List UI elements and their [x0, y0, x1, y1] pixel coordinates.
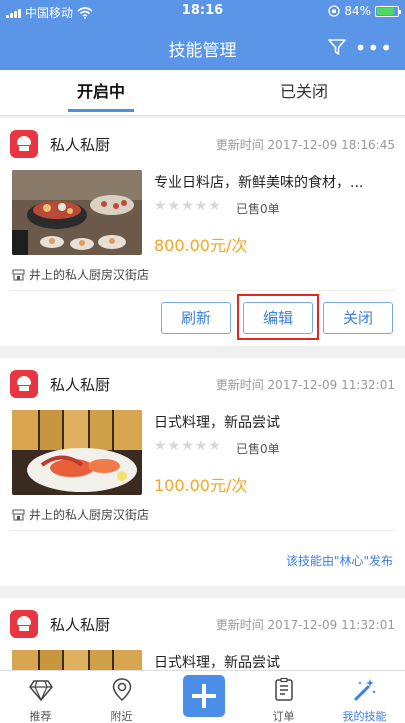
product-title[interactable]: 专业日料店，新鲜美味的食材，... [154, 172, 392, 192]
location-pin-icon [112, 678, 132, 702]
add-skill-button[interactable] [183, 675, 225, 717]
battery-icon [375, 5, 401, 17]
rating-stars: ★★★★★ [154, 438, 222, 454]
tabbar-label: 订单 [272, 710, 295, 723]
navbar: 技能管理 ••• [0, 30, 405, 64]
product-image[interactable] [12, 410, 142, 495]
skill-card: 私人私厨 更新时间 2017-12-09 11:32:01 日式料理，新品尝试 … [0, 358, 405, 586]
tab-open[interactable]: 开启中 [0, 70, 202, 116]
price: 800.00元/次 [154, 236, 248, 255]
header: 中国移动 18:16 84% 技能管理 ••• [0, 0, 405, 70]
shop-name: 私人私厨 [50, 136, 111, 154]
shop-address: 井上的私人厨房汉街店 [12, 266, 149, 283]
product-title[interactable]: 日式料理，新品尝试 [154, 412, 392, 432]
close-button[interactable]: 关闭 [323, 302, 393, 334]
edit-highlight-box [237, 294, 319, 340]
product-image[interactable] [12, 170, 142, 255]
order-list-icon [275, 677, 293, 701]
price: 100.00元/次 [154, 476, 248, 495]
sold-count: 已售0单 [236, 202, 280, 216]
skill-card: 私人私厨 更新时间 2017-12-09 18:16:45 专业日料店，新鲜美味… [0, 118, 405, 346]
shop-logo-icon [10, 130, 38, 158]
rating-stars: ★★★★★ [154, 198, 222, 214]
battery-level [377, 7, 394, 15]
product-image[interactable] [12, 650, 142, 670]
sold-count: 已售0单 [236, 442, 280, 456]
tabbar-label: 我的技能 [342, 710, 387, 723]
tabbar-item-my-skills[interactable]: 我的技能 [324, 671, 405, 723]
store-icon [12, 509, 25, 520]
tabbar-item-recommend[interactable]: 推荐 [0, 671, 81, 723]
status-bar: 中国移动 18:16 84% [0, 0, 405, 24]
tabbar-label: 推荐 [29, 710, 52, 723]
shop-logo-icon [10, 610, 38, 638]
battery-percent: 84% [344, 4, 371, 18]
shop-logo-icon [10, 370, 38, 398]
update-time: 更新时间 2017-12-09 11:32:01 [215, 378, 395, 392]
publisher-note: 该技能由"林心"发布 [285, 554, 393, 568]
refresh-button[interactable]: 刷新 [161, 302, 231, 334]
update-time: 更新时间 2017-12-09 11:32:01 [215, 618, 395, 632]
more-options-icon[interactable]: ••• [355, 36, 393, 60]
diamond-icon [29, 680, 53, 702]
address-text: 井上的私人厨房汉街店 [29, 508, 150, 522]
shop-name: 私人私厨 [50, 376, 111, 394]
tabbar-item-nearby[interactable]: 附近 [81, 671, 162, 723]
tab-closed[interactable]: 已关闭 [203, 70, 405, 116]
filter-icon[interactable] [327, 38, 347, 56]
skill-card: 私人私厨 更新时间 2017-12-09 11:32:01 日式料理，新品尝试 [0, 598, 405, 670]
store-icon [12, 269, 25, 280]
tabbar-label: 附近 [110, 710, 133, 723]
tabbar-item-orders[interactable]: 订单 [243, 671, 324, 723]
divider [10, 290, 395, 291]
divider [10, 530, 395, 531]
orientation-lock-icon [328, 5, 340, 17]
shop-address: 井上的私人厨房汉街店 [12, 506, 149, 523]
address-text: 井上的私人厨房汉街店 [29, 268, 150, 282]
magic-wand-icon [354, 679, 376, 701]
update-time: 更新时间 2017-12-09 18:16:45 [215, 138, 395, 152]
shop-name: 私人私厨 [50, 616, 111, 634]
status-tabs: 开启中 已关闭 [0, 70, 405, 116]
product-title[interactable]: 日式料理，新品尝试 [154, 652, 392, 670]
